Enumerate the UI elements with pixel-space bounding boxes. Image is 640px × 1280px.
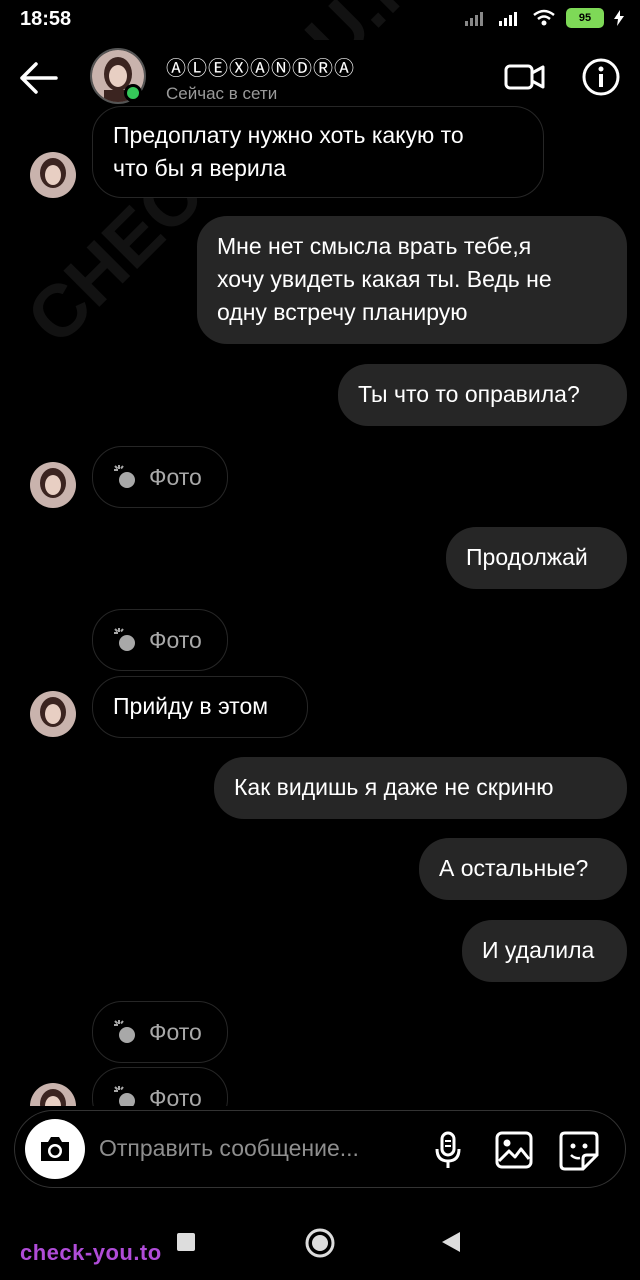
chat-header: ⒶⓁⒺⓍⒶⓃⒹⓇⒶ Сейчас в сети: [0, 40, 640, 116]
info-icon[interactable]: [580, 56, 622, 98]
camera-button[interactable]: [25, 1119, 85, 1179]
photo-message[interactable]: Фото: [92, 609, 228, 671]
gallery-icon[interactable]: [495, 1131, 533, 1169]
sticker-icon[interactable]: [559, 1131, 599, 1171]
wifi-icon: [533, 9, 555, 26]
message-outgoing[interactable]: А остальные?: [419, 838, 627, 900]
photo-label: Фото: [149, 626, 202, 653]
status-time: 18:58: [20, 8, 72, 30]
message-outgoing[interactable]: Ты что то оправила?: [338, 364, 627, 426]
message-incoming[interactable]: Прийду в этом: [92, 676, 308, 738]
sender-avatar: [30, 152, 76, 198]
back-nav-icon[interactable]: [440, 1230, 462, 1254]
microphone-icon[interactable]: [433, 1131, 463, 1171]
contact-name[interactable]: ⒶⓁⒺⓍⒶⓃⒹⓇⒶ: [166, 52, 355, 81]
disappearing-photo-icon: [114, 465, 135, 488]
message-text-line: что бы я верила: [113, 155, 286, 181]
recents-icon[interactable]: [176, 1232, 196, 1252]
message-outgoing[interactable]: Продолжай: [446, 527, 627, 589]
message-text: Как видишь я даже не скриню: [234, 774, 554, 800]
signal-icon-2: [499, 12, 517, 26]
contact-status: Сейчас в сети: [166, 84, 278, 103]
sender-avatar: [30, 462, 76, 508]
online-indicator: [124, 84, 142, 102]
message-text: Прийду в этом: [113, 693, 269, 719]
watermark-text: check-you.to: [20, 1240, 162, 1265]
message-outgoing[interactable]: Как видишь я даже не скриню: [214, 757, 627, 819]
charging-icon: [614, 10, 624, 26]
message-text-line: Предоплату нужно хоть какую то: [113, 122, 464, 148]
message-text: А остальные?: [439, 855, 589, 881]
video-call-icon[interactable]: [504, 56, 546, 96]
disappearing-photo-icon: [114, 1020, 135, 1043]
message-incoming[interactable]: Предоплату нужно хоть какую то что бы я …: [92, 106, 544, 198]
photo-message[interactable]: Фото: [92, 1001, 228, 1063]
message-outgoing[interactable]: Мне нет смысла врать тебе,я хочу увидеть…: [197, 216, 627, 344]
status-bar: 18:58 95: [0, 0, 640, 40]
photo-message[interactable]: Фото: [92, 446, 228, 508]
status-icons: 95: [464, 8, 624, 28]
back-arrow-icon[interactable]: [16, 58, 60, 98]
sender-avatar: [30, 691, 76, 737]
photo-label: Фото: [149, 463, 202, 490]
message-text: Ты что то оправила?: [358, 381, 580, 407]
battery-icon: 95: [566, 8, 604, 28]
message-outgoing[interactable]: И удалила: [462, 920, 627, 982]
signal-icon: [465, 12, 483, 26]
message-text-line: одну встречу планирую: [217, 299, 468, 325]
message-text-line: Мне нет смысла врать тебе,я: [217, 233, 532, 259]
home-icon[interactable]: [304, 1227, 336, 1259]
photo-label: Фото: [149, 1018, 202, 1045]
camera-icon: [41, 1137, 69, 1161]
message-text: Продолжай: [466, 544, 588, 570]
message-composer: Отправить сообщение...: [14, 1110, 626, 1188]
disappearing-photo-icon: [114, 628, 135, 651]
message-text: И удалила: [482, 937, 595, 963]
message-input[interactable]: Отправить сообщение...: [99, 1135, 359, 1162]
message-text-line: хочу увидеть какая ты. Ведь не: [217, 266, 552, 292]
